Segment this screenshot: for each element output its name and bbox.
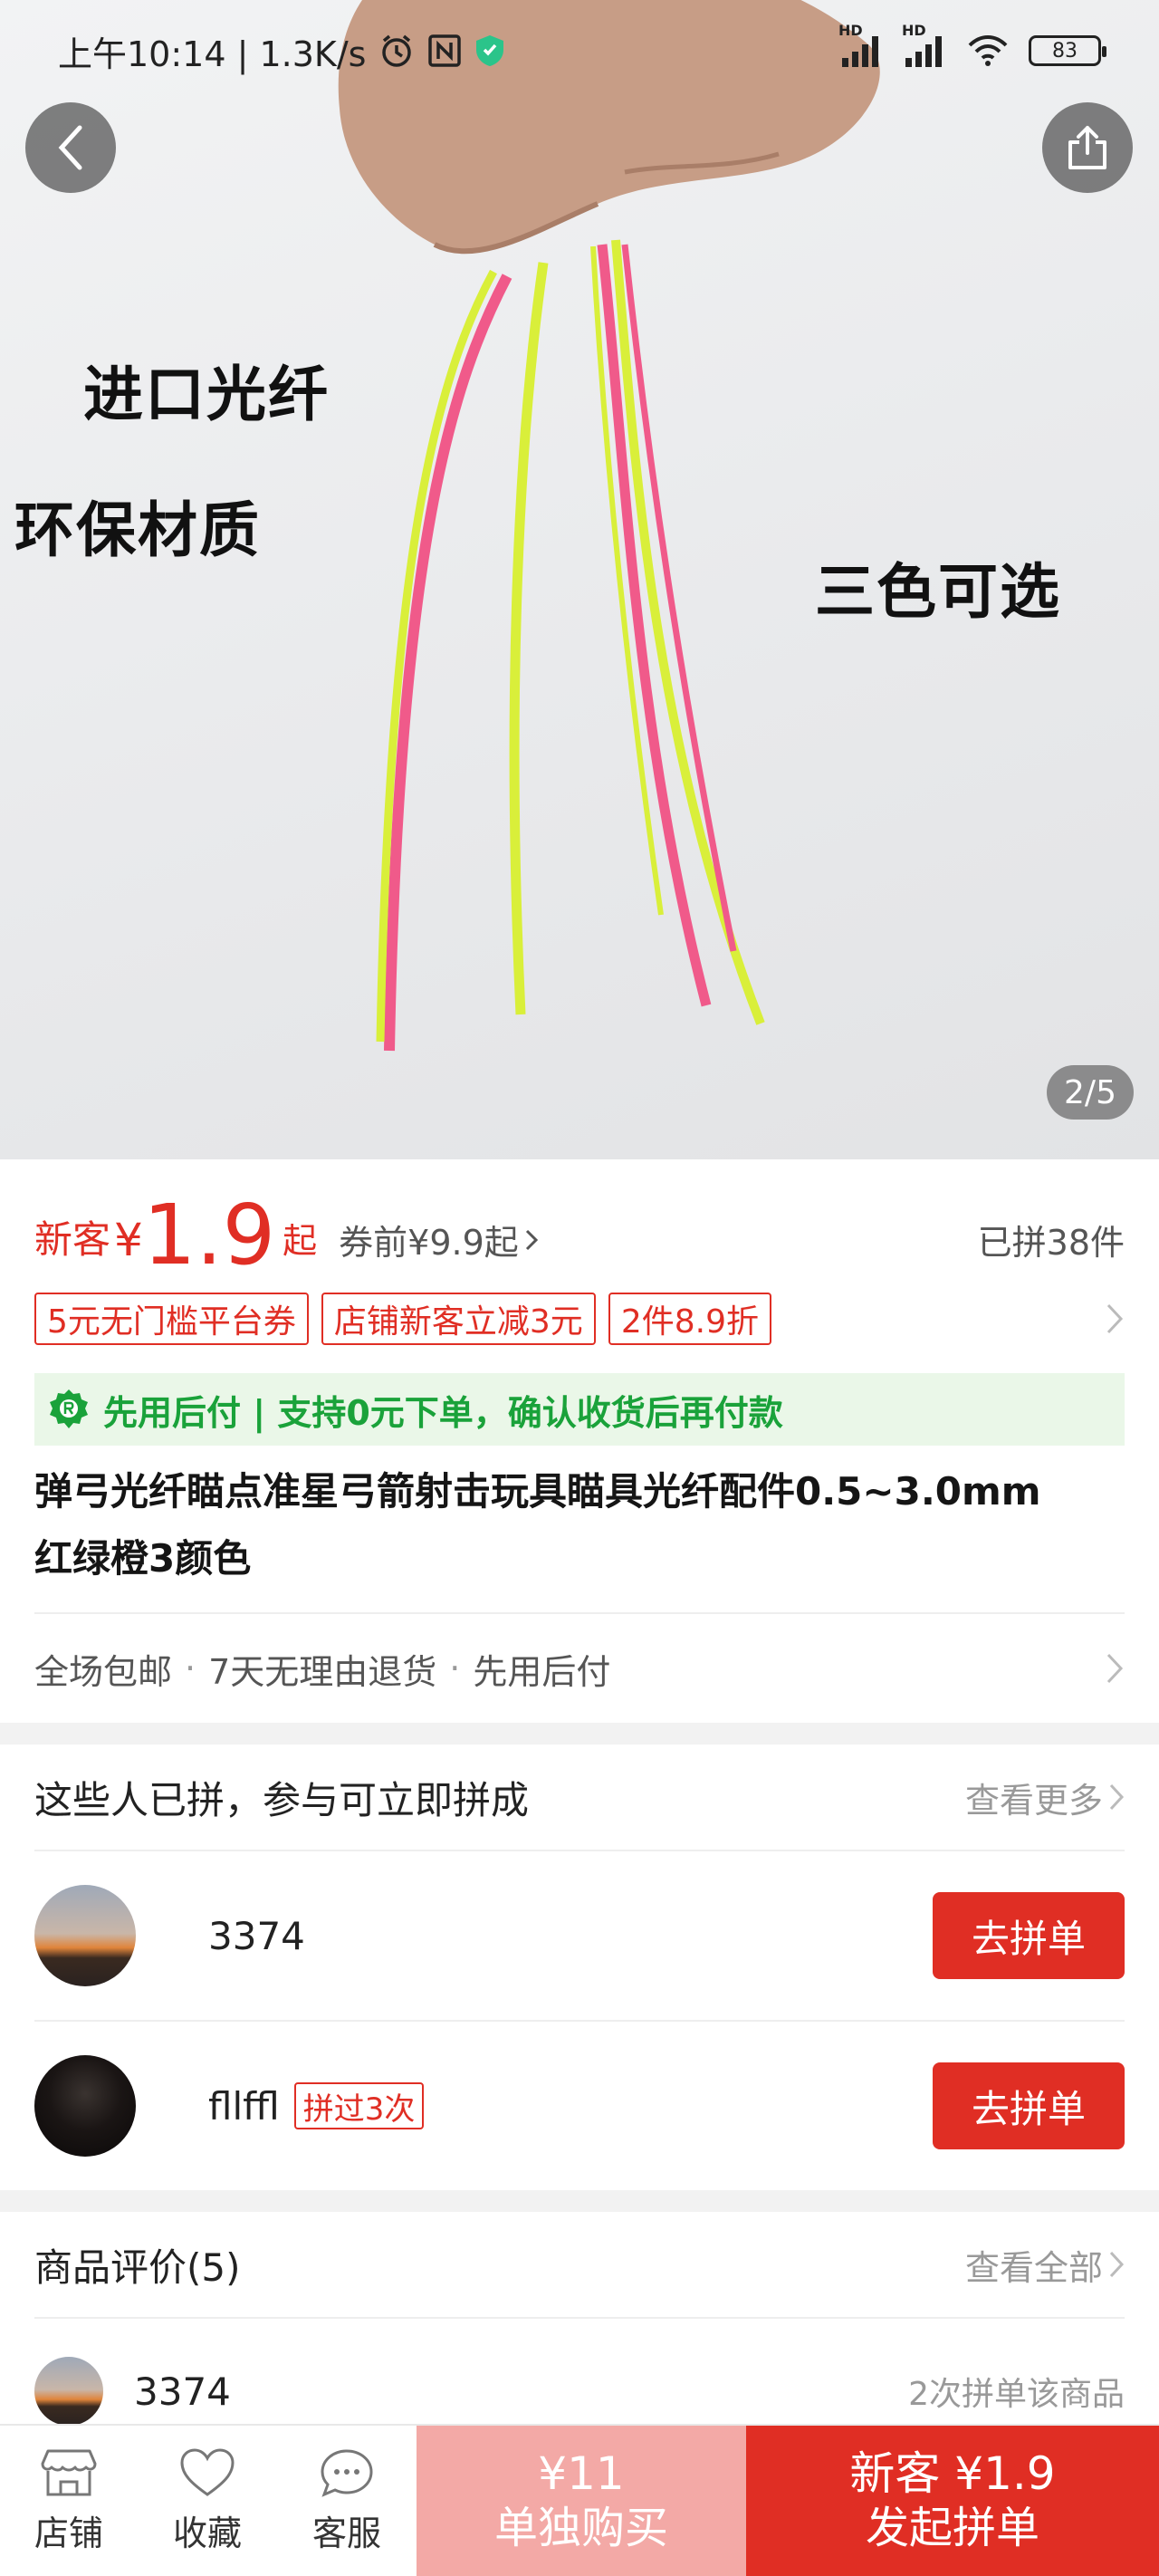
start-group-buy-button[interactable]: 新客 ¥1.9 发起拼单 — [746, 2426, 1159, 2576]
reviews-section-title: 商品评价(5) — [34, 2244, 241, 2290]
buy-alone-button[interactable]: ¥11 单独购买 — [417, 2426, 746, 2576]
price-suffix: 起 — [283, 1221, 318, 1261]
divider — [34, 2317, 1125, 2319]
back-arrow-icon — [58, 125, 82, 170]
separator: · — [449, 1648, 461, 1688]
signal-icon-2: HD — [902, 22, 947, 67]
battery-indicator: 83 — [1029, 35, 1106, 66]
join-group-button[interactable]: 去拼单 — [933, 2062, 1125, 2149]
join-group-button[interactable]: 去拼单 — [933, 1892, 1125, 1979]
buy-alone-price: ¥11 — [538, 2447, 625, 2500]
heart-icon — [180, 2447, 235, 2496]
group-see-more-link[interactable]: 查看更多 — [965, 1773, 1125, 1822]
share-button[interactable] — [1042, 102, 1133, 193]
group-see-more-text: 查看更多 — [964, 1780, 1103, 1821]
separator: · — [185, 1648, 196, 1688]
section-gap — [0, 1723, 1159, 1745]
pay-later-banner[interactable]: 先用后付 | 支持0元下单，确认收货后再付款 — [34, 1373, 1125, 1446]
pay-later-text: 先用后付 | 支持0元下单，确认收货后再付款 — [103, 1392, 783, 1433]
new-customer-label: 新客 — [34, 1217, 111, 1262]
review-user-name: 3374 — [134, 2369, 231, 2414]
store-icon — [41, 2449, 97, 2495]
chevron-right-icon — [1106, 1653, 1124, 1684]
store-button[interactable]: 店铺 — [0, 2426, 138, 2576]
avatar — [34, 2357, 103, 2426]
customer-service-label: 客服 — [311, 2513, 381, 2553]
favorite-label: 收藏 — [172, 2513, 242, 2553]
group-buy-price: 新客 ¥1.9 — [849, 2447, 1056, 2500]
bottom-action-bar: 店铺 收藏 客服 ¥11 单独购买 新客 ¥1.9 发起拼单 — [0, 2424, 1159, 2576]
share-icon — [1068, 126, 1106, 169]
coupon-platform[interactable]: 5元无门槛平台券 — [34, 1293, 309, 1345]
review-item[interactable]: 3374 2次拼单该商品 — [34, 2355, 1125, 2427]
battery-level: 83 — [1052, 39, 1078, 62]
favorite-button[interactable]: 收藏 — [138, 2426, 277, 2576]
service-pay-later: 先用后付 — [473, 1651, 611, 1692]
before-coupon-text: 券前¥9.9起 — [339, 1223, 519, 1263]
product-title-line2: 红绿橙3颜色 — [34, 1536, 252, 1581]
status-time: 上午10:14 | 1.3K/s — [58, 34, 367, 74]
chevron-right-icon — [1109, 2251, 1125, 2278]
security-shield-icon — [474, 34, 505, 68]
image-counter: 2/5 — [1047, 1065, 1134, 1120]
pay-later-badge-icon — [50, 1389, 88, 1428]
customer-service-button[interactable]: 客服 — [277, 2426, 417, 2576]
group-section-header: 这些人已拼，参与可立即拼成 查看更多 — [34, 1745, 1125, 1850]
group-row: fllffl 拼过3次 去拼单 — [34, 2022, 1125, 2190]
overlay-text-imported-fiber: 进口光纤 — [83, 360, 330, 429]
chat-icon — [321, 2448, 373, 2497]
service-row[interactable]: 全场包邮 · 7天无理由退货 · 先用后付 — [34, 1610, 1125, 1726]
product-image-gallery[interactable]: 进口光纤 环保材质 三色可选 2/5 — [0, 0, 1159, 1159]
chevron-right-icon — [525, 1229, 538, 1250]
group-buy-label: 发起拼单 — [865, 2503, 1039, 2553]
price-row: 新客 ¥ 1.9 起 券前¥9.9起 已拼38件 — [34, 1187, 1125, 1277]
reviews-section-header: 商品评价(5) 查看全部 — [34, 2212, 1125, 2317]
hd-badge-2: HD — [902, 22, 926, 39]
product-title-line1: 弹弓光纤瞄点准星弓箭射击玩具瞄具光纤配件0.5~3.0mm — [34, 1469, 1041, 1514]
group-user-name: 3374 — [208, 1913, 305, 1958]
buy-alone-label: 单独购买 — [493, 2503, 668, 2553]
service-free-shipping: 全场包邮 — [34, 1651, 173, 1692]
service-7day-return: 7天无理由退货 — [208, 1651, 437, 1692]
before-coupon-price[interactable]: 券前¥9.9起 — [339, 1215, 539, 1264]
status-bar: 上午10:14 | 1.3K/s HD HD 83 — [0, 0, 1159, 101]
price-value: 1.9 — [142, 1187, 276, 1283]
coupon-row[interactable]: 5元无门槛平台券 店铺新客立减3元 2件8.9折 — [34, 1292, 1125, 1346]
alarm-icon — [378, 33, 415, 69]
avatar — [34, 1885, 136, 1986]
price-currency: ¥ — [114, 1214, 143, 1266]
signal-icon: HD — [838, 22, 884, 67]
group-section-title: 这些人已拼，参与可立即拼成 — [34, 1777, 530, 1822]
review-purchase-count: 2次拼单该商品 — [908, 2376, 1125, 2413]
sold-count: 已拼38件 — [977, 1223, 1125, 1263]
wifi-icon — [967, 34, 1009, 67]
coupon-store-new[interactable]: 店铺新客立减3元 — [321, 1293, 596, 1345]
chevron-right-icon — [1109, 1783, 1125, 1811]
section-gap — [0, 2190, 1159, 2212]
overlay-text-eco-material: 环保材质 — [14, 495, 261, 565]
overlay-text-three-colors: 三色可选 — [815, 557, 1061, 627]
avatar — [34, 2055, 136, 2157]
back-button[interactable] — [25, 102, 116, 193]
hd-badge: HD — [838, 22, 863, 39]
group-user-name: fllffl — [208, 2083, 280, 2129]
reviews-see-all-text: 查看全部 — [964, 2247, 1103, 2288]
group-row: 3374 去拼单 — [34, 1851, 1125, 2020]
group-history-tag: 拼过3次 — [293, 2082, 425, 2129]
store-label: 店铺 — [34, 2513, 103, 2553]
coupon-discount[interactable]: 2件8.9折 — [608, 1293, 771, 1345]
product-title: 弹弓光纤瞄点准星弓箭射击玩具瞄具光纤配件0.5~3.0mm 红绿橙3颜色 — [34, 1458, 1125, 1592]
reviews-see-all-link[interactable]: 查看全部 — [965, 2240, 1125, 2290]
chevron-right-icon[interactable] — [1105, 1302, 1125, 1336]
nfc-icon — [427, 34, 462, 68]
